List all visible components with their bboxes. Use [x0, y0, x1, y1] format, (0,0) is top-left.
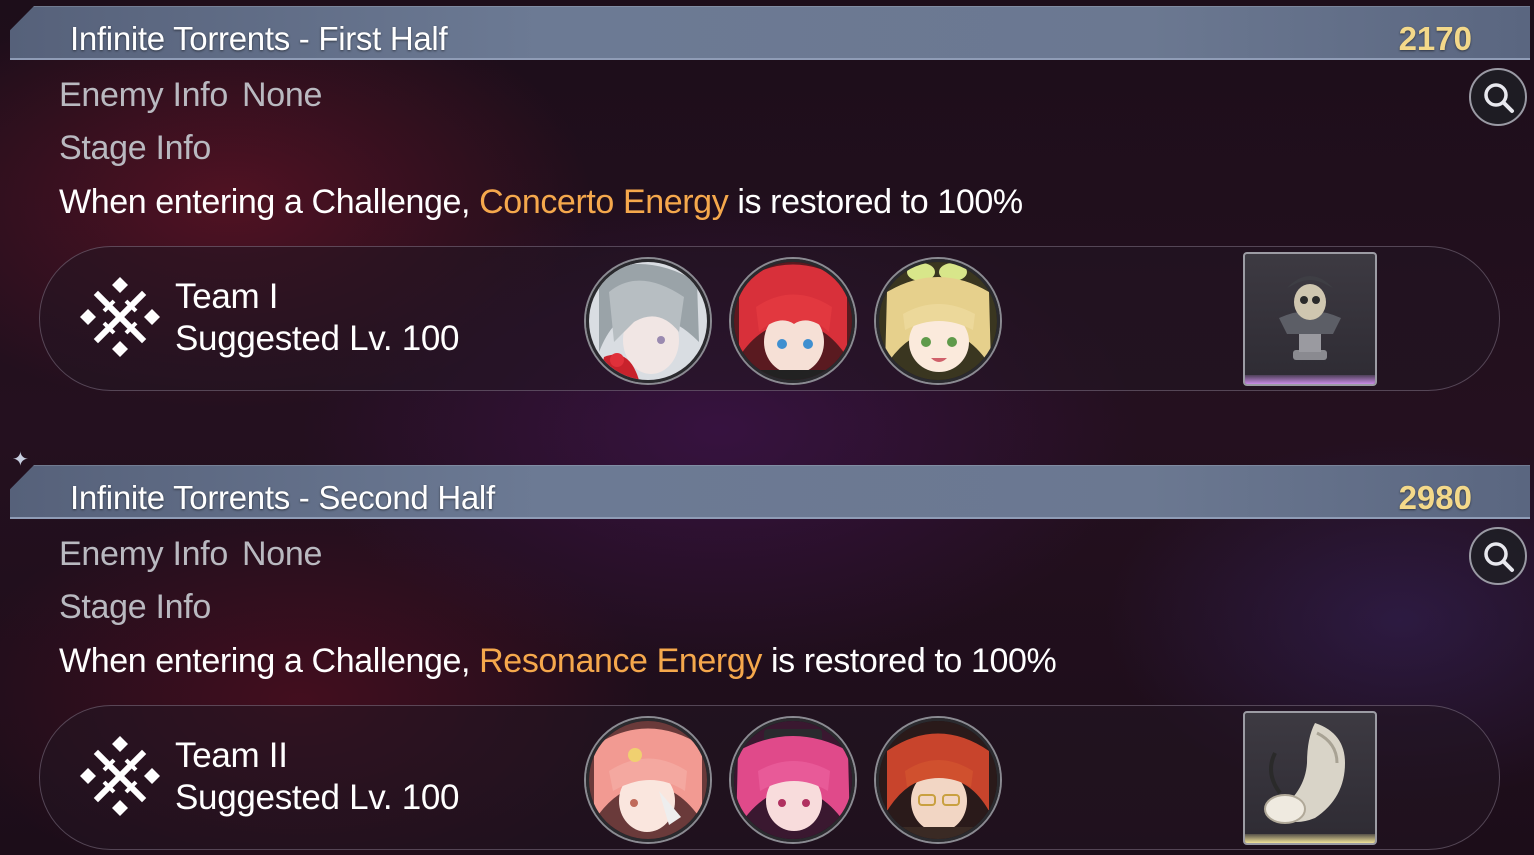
- stage-title: Infinite Torrents - First Half: [70, 20, 448, 57]
- pirate-skull-bust-icon: [1279, 276, 1341, 360]
- enemy-info-label: Enemy Info: [59, 76, 228, 114]
- reward-item[interactable]: [1243, 252, 1377, 386]
- sparkle-icon: ✦: [12, 449, 29, 471]
- reward-item[interactable]: [1243, 711, 1377, 845]
- stage-description: When entering a Challenge, Concerto Ener…: [59, 183, 1023, 222]
- magnifier-icon: [1484, 83, 1514, 113]
- reward-rarity-strip: [1245, 834, 1375, 843]
- desc-highlight: Concerto Energy: [479, 183, 729, 221]
- stage-info-label: Stage Info: [59, 588, 212, 626]
- crossed-swords-emblem-icon: [80, 277, 160, 357]
- team-suggested-level: Suggested Lv. 100: [175, 778, 460, 817]
- stage-title: Infinite Torrents - Second Half: [70, 479, 495, 516]
- desc-suffix: is restored to 100%: [728, 183, 1023, 221]
- stage-title-bar: Infinite Torrents - Second Half 2980: [10, 465, 1530, 519]
- stage-title-bar: Infinite Torrents - First Half 2170: [10, 6, 1530, 60]
- horn-icon: [1264, 723, 1345, 824]
- desc-highlight: Resonance Energy: [479, 642, 762, 680]
- crossed-swords-emblem-icon: [80, 736, 160, 816]
- enemy-info-label: Enemy Info: [59, 535, 228, 573]
- desc-prefix: When entering a Challenge,: [59, 183, 480, 221]
- desc-suffix: is restored to 100%: [761, 642, 1057, 680]
- enemy-info-value: None: [241, 535, 323, 573]
- character-avatar-1[interactable]: [586, 259, 710, 383]
- stage-description: When entering a Challenge, Resonance Ene…: [59, 642, 1057, 681]
- magnifier-icon: [1484, 542, 1514, 572]
- character-avatar-3[interactable]: [876, 718, 1000, 842]
- enemy-info-value: None: [241, 76, 323, 114]
- team-card[interactable]: Team II Suggested Lv. 100: [39, 705, 1500, 850]
- enemy-info-row: Enemy Info None: [59, 535, 322, 574]
- stage-score: 2170: [1398, 20, 1472, 57]
- stage-info-label: Stage Info: [59, 129, 212, 167]
- character-avatar-3[interactable]: [876, 259, 1000, 383]
- team-name: Team II: [175, 736, 288, 775]
- reward-rarity-strip: [1245, 375, 1375, 384]
- desc-prefix: When entering a Challenge,: [59, 642, 480, 680]
- team-suggested-level: Suggested Lv. 100: [175, 319, 460, 358]
- stage-score: 2980: [1398, 479, 1472, 516]
- character-avatar-2[interactable]: [731, 718, 855, 842]
- character-avatar-2[interactable]: [731, 259, 855, 383]
- enemy-search-button[interactable]: [1469, 68, 1527, 126]
- enemy-search-button[interactable]: [1469, 527, 1527, 585]
- character-avatar-1[interactable]: [586, 718, 710, 842]
- team-name: Team I: [175, 277, 279, 316]
- team-card[interactable]: Team I Suggested Lv. 100: [39, 246, 1500, 391]
- enemy-info-row: Enemy Info None: [59, 76, 322, 115]
